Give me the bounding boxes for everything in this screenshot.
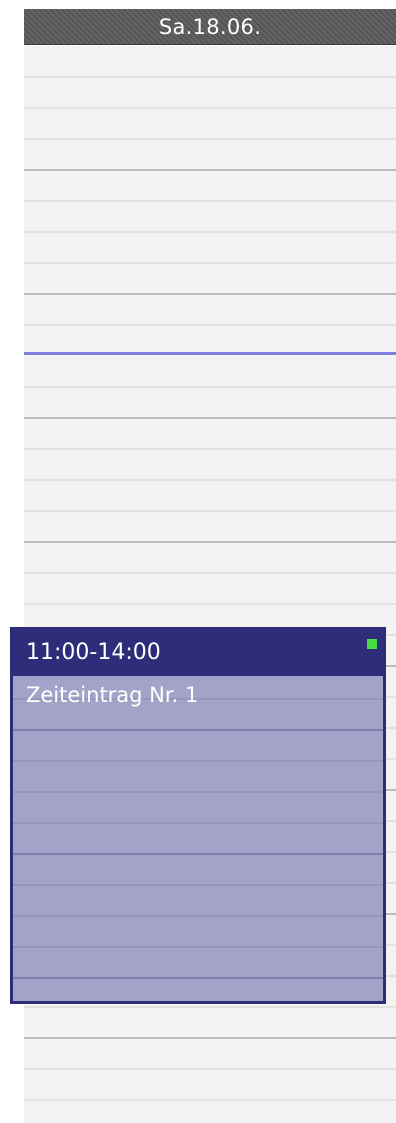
day-header[interactable]: Sa.18.06. xyxy=(24,9,396,45)
event-slot-line xyxy=(13,760,383,762)
slot-line xyxy=(24,1068,396,1070)
event-slot-line xyxy=(13,915,383,917)
event-slot-line xyxy=(13,884,383,886)
hour-line xyxy=(24,169,396,171)
calendar-event[interactable]: 11:00-14:00 Zeiteintrag Nr. 1 xyxy=(10,627,386,1004)
slot-line xyxy=(24,1006,396,1008)
slot-line xyxy=(24,1099,396,1101)
slot-line xyxy=(24,231,396,233)
event-status-indicator xyxy=(367,639,377,649)
event-hour-line xyxy=(13,977,383,979)
hour-line xyxy=(24,1037,396,1039)
slot-line xyxy=(24,386,396,388)
hour-line xyxy=(24,293,396,295)
slot-line xyxy=(24,324,396,326)
event-title[interactable]: Zeiteintrag Nr. 1 xyxy=(26,682,198,708)
event-hour-line xyxy=(13,853,383,855)
calendar-day-view: Sa.18.06. 11:00-14:00 Zeiteintrag Nr. 1 xyxy=(0,0,396,1123)
slot-line xyxy=(24,107,396,109)
current-time-indicator xyxy=(24,352,396,355)
slot-line xyxy=(24,448,396,450)
slot-line xyxy=(24,138,396,140)
event-time-range[interactable]: 11:00-14:00 xyxy=(13,630,383,676)
slot-line xyxy=(24,200,396,202)
hour-line xyxy=(24,541,396,543)
slot-line xyxy=(24,76,396,78)
hour-line xyxy=(24,417,396,419)
event-slot-lines xyxy=(13,678,383,1001)
slot-line xyxy=(24,479,396,481)
slot-line xyxy=(24,572,396,574)
event-slot-line xyxy=(13,791,383,793)
event-slot-line xyxy=(13,822,383,824)
slot-line xyxy=(24,603,396,605)
event-hour-line xyxy=(13,729,383,731)
slot-line xyxy=(24,510,396,512)
event-slot-line xyxy=(13,946,383,948)
slot-line xyxy=(24,262,396,264)
